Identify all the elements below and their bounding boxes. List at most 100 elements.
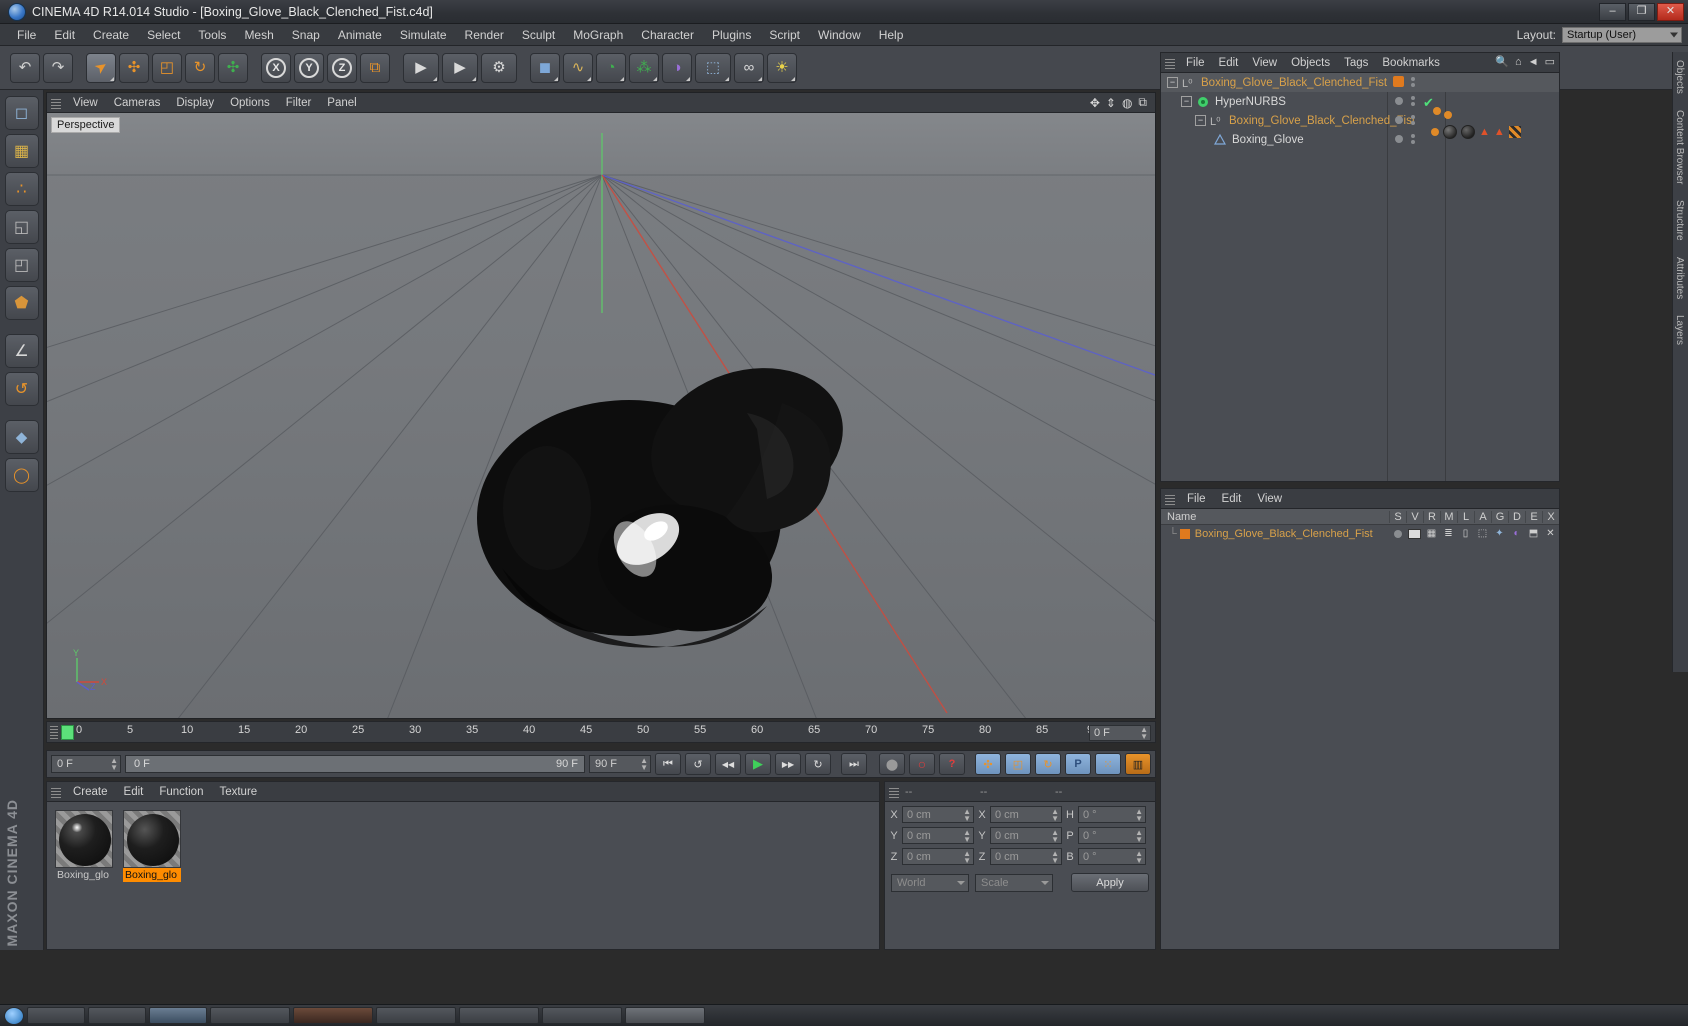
add-cube-button[interactable]: ◼ — [530, 52, 560, 83]
layer-visible-cell[interactable] — [1406, 528, 1423, 539]
layer-solo-cell[interactable] — [1389, 529, 1406, 538]
size-x-input[interactable]: 0 cm ▲ ▼ — [990, 806, 1062, 823]
add-spline-button[interactable]: ∿ — [563, 52, 593, 83]
menu-tools[interactable]: Tools — [189, 26, 235, 44]
timeline-frame-field[interactable]: 0 F ▲ ▼ — [1089, 725, 1151, 741]
selection-tag-icon[interactable]: ▲ — [1494, 126, 1505, 138]
selection-tag-icon[interactable]: ▲ — [1479, 126, 1490, 138]
range-end-input[interactable]: 90 F ▲ ▼ — [589, 755, 651, 773]
edges-mode-button[interactable]: ◱ — [4, 210, 39, 244]
render-region-button[interactable]: ▶ — [442, 52, 478, 83]
axis-modification-button[interactable]: ↺ — [4, 372, 39, 406]
object-menu-bookmarks[interactable]: Bookmarks — [1375, 56, 1447, 70]
menu-sculpt[interactable]: Sculpt — [513, 26, 564, 44]
rotation-h-input[interactable]: 0 ° ▲ ▼ — [1078, 806, 1146, 823]
taskbar-item-cinema4d[interactable] — [625, 1007, 705, 1024]
menu-mesh[interactable]: Mesh — [235, 26, 282, 44]
polygons-mode-button[interactable]: ◰ — [4, 248, 39, 282]
render-visibility-dots-root[interactable] — [1411, 77, 1415, 87]
panel-grip-icon[interactable] — [889, 785, 899, 798]
panel-grip-icon[interactable] — [1165, 492, 1175, 505]
maximize-view-icon[interactable]: ⧉ — [1138, 95, 1147, 110]
parameter-key-button[interactable]: P — [1065, 753, 1091, 775]
layer-row[interactable]: └ Boxing_Glove_Black_Clenched_Fist ▦ ≣ ▯… — [1161, 525, 1559, 542]
scale-tool-button[interactable]: ◰ — [152, 52, 182, 83]
material-item[interactable]: Boxing_glo — [123, 810, 181, 882]
size-y-input[interactable]: 0 cm ▲ ▼ — [990, 827, 1062, 844]
layout-select[interactable]: Startup (User) — [1562, 26, 1682, 43]
layer-name-cell[interactable]: └ Boxing_Glove_Black_Clenched_Fist — [1161, 528, 1389, 540]
menu-file[interactable]: File — [8, 26, 45, 44]
stepper-icon[interactable]: ▲ ▼ — [1135, 849, 1143, 864]
step-back-button[interactable]: ◀◀ — [715, 753, 741, 775]
tab-attributes[interactable]: Attributes — [1673, 249, 1686, 307]
autokeying-button[interactable]: ○ — [909, 753, 935, 775]
size-z-input[interactable]: 0 cm ▲ ▼ — [990, 848, 1062, 865]
layer-deformers-cell[interactable]: ◐ — [1508, 528, 1525, 539]
stepper-icon[interactable]: ▲ ▼ — [1135, 828, 1143, 843]
move-tool-button[interactable]: ✣ — [119, 52, 149, 83]
rotation-b-input[interactable]: 0 ° ▲ ▼ — [1078, 848, 1146, 865]
attribute-menu-view[interactable]: View — [1249, 492, 1290, 506]
taskbar-item[interactable] — [88, 1007, 146, 1024]
panel-grip-icon[interactable] — [1165, 56, 1175, 69]
timeline-track[interactable]: 0 5 10 15 20 25 30 35 40 45 50 55 60 65 … — [61, 722, 1099, 744]
add-array-button[interactable]: ⁂ — [629, 52, 659, 83]
layer-column-a[interactable]: A — [1474, 510, 1491, 523]
menu-render[interactable]: Render — [456, 26, 513, 44]
timeline-ruler[interactable]: 0 5 10 15 20 25 30 35 40 45 50 55 60 65 … — [46, 721, 1156, 743]
apply-button[interactable]: Apply — [1071, 873, 1149, 892]
stepper-icon[interactable]: ▲ ▼ — [1051, 849, 1059, 864]
layer-color-swatch[interactable] — [1179, 528, 1190, 539]
coordinate-system-select[interactable]: World — [891, 873, 969, 892]
live-selection-button[interactable]: ➤ — [86, 52, 116, 83]
rotate-tool-button[interactable]: ↻ — [185, 52, 215, 83]
home-icon[interactable]: ⌂ — [1515, 56, 1522, 68]
stepper-icon[interactable]: ▲ ▼ — [963, 807, 971, 822]
twirl-icon[interactable]: − — [1181, 96, 1192, 107]
visibility-dots-1[interactable] — [1395, 97, 1403, 105]
rotation-p-input[interactable]: 0 ° ▲ ▼ — [1078, 827, 1146, 844]
layer-generators-cell[interactable]: ✦ — [1491, 528, 1508, 539]
object-row-hypernurbs[interactable]: − HyperNURBS — [1161, 92, 1559, 111]
play-button[interactable]: ▶ — [745, 753, 771, 775]
collapse-icon[interactable]: ◄ — [1528, 56, 1539, 68]
layer-render-cell[interactable]: ▦ — [1423, 528, 1440, 539]
size-mode-select[interactable]: Scale — [975, 873, 1053, 892]
tab-layers[interactable]: Layers — [1673, 307, 1686, 353]
layer-xref-cell[interactable]: ✕ — [1542, 528, 1559, 539]
layer-lock-cell[interactable]: ▯ — [1457, 528, 1474, 539]
play-reverse-loop-button[interactable]: ↺ — [685, 753, 711, 775]
stepper-icon[interactable]: ▲ ▼ — [1135, 807, 1143, 822]
object-menu-objects[interactable]: Objects — [1284, 56, 1337, 70]
go-to-end-button[interactable]: ⏭ — [841, 753, 867, 775]
menu-plugins[interactable]: Plugins — [703, 26, 760, 44]
stepper-icon[interactable]: ▲ ▼ — [1051, 828, 1059, 843]
tab-objects[interactable]: Objects — [1673, 52, 1686, 102]
scale-key-button[interactable]: ◰ — [1005, 753, 1031, 775]
material-item[interactable]: Boxing_glo — [55, 810, 113, 882]
lock-z-axis-button[interactable]: Z — [327, 52, 357, 83]
playhead-marker[interactable] — [61, 725, 74, 740]
viewport-menu-options[interactable]: Options — [222, 96, 278, 110]
taskbar-item[interactable] — [293, 1007, 373, 1024]
object-menu-edit[interactable]: Edit — [1212, 56, 1246, 70]
layer-column-x[interactable]: X — [1542, 510, 1559, 523]
menu-edit[interactable]: Edit — [45, 26, 84, 44]
position-z-input[interactable]: 0 cm ▲ ▼ — [902, 848, 974, 865]
coordinate-system-button[interactable]: ⧉ — [360, 52, 390, 83]
uvw-tag-icon[interactable] — [1508, 126, 1521, 138]
menu-snap[interactable]: Snap — [283, 26, 329, 44]
menu-simulate[interactable]: Simulate — [391, 26, 456, 44]
minimize-button[interactable]: – — [1599, 2, 1626, 21]
render-visibility-dots-1[interactable] — [1411, 96, 1415, 106]
layer-expressions-cell[interactable]: ⬒ — [1525, 528, 1542, 539]
object-axis-mode-button[interactable]: ⬟ — [4, 286, 39, 320]
texture-mode-button[interactable]: ▦ — [4, 134, 39, 168]
rotation-key-button[interactable]: ↻ — [1035, 753, 1061, 775]
position-x-input[interactable]: 0 cm ▲ ▼ — [902, 806, 974, 823]
taskbar-item[interactable] — [210, 1007, 290, 1024]
add-point-button[interactable]: ✣ — [218, 52, 248, 83]
texture-tag-icon[interactable] — [1433, 107, 1441, 115]
render-view-button[interactable]: ▶ — [403, 52, 439, 83]
